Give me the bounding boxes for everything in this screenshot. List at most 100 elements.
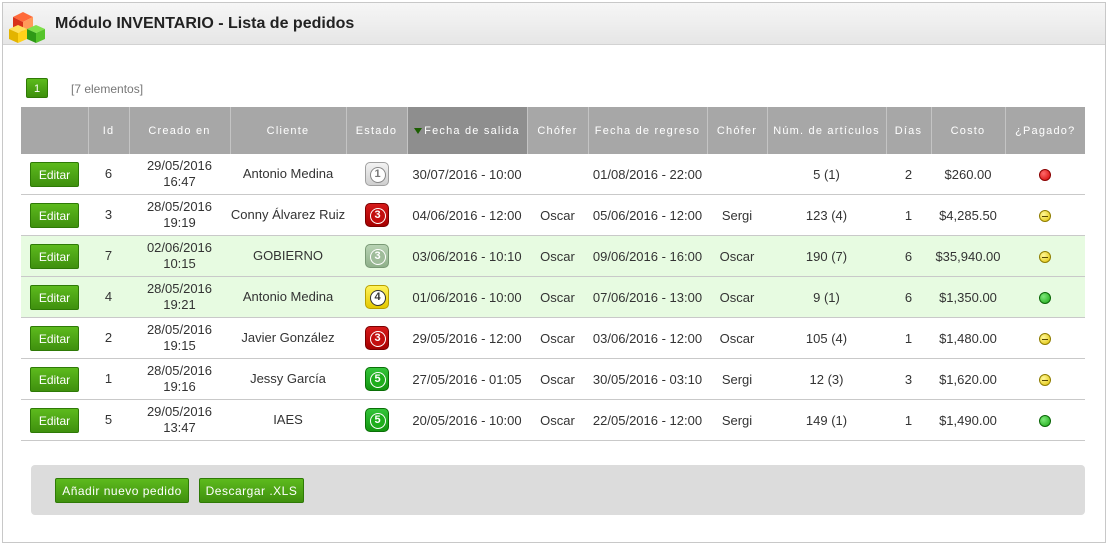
row-cost: $260.00 xyxy=(931,154,1005,195)
state-number: 5 xyxy=(369,372,386,388)
row-created-date: 02/06/2016 xyxy=(146,240,213,255)
state-badge[interactable]: 3 xyxy=(364,244,389,268)
row-created-date: 28/05/2016 xyxy=(146,199,213,214)
row-client: Javier González xyxy=(230,317,346,359)
edit-button[interactable]: Editar xyxy=(30,284,79,310)
row-days: 3 xyxy=(886,358,931,400)
row-created-date: 28/05/2016 xyxy=(146,281,213,296)
row-paid-cell xyxy=(1005,235,1085,277)
state-badge[interactable]: 5 xyxy=(364,367,389,391)
row-created-time: 19:16 xyxy=(163,379,196,394)
column-header-driver-out[interactable]: Chófer xyxy=(526,107,588,154)
row-client: Conny Álvarez Ruiz xyxy=(230,194,346,236)
row-driver-back: Sergi xyxy=(707,194,767,236)
state-number: 4 xyxy=(369,290,386,306)
edit-button[interactable]: Editar xyxy=(30,325,79,351)
column-header-return[interactable]: Fecha de regreso xyxy=(587,107,707,154)
column-header-departure[interactable]: Fecha de salida xyxy=(406,107,527,154)
row-state-cell: 1 xyxy=(346,154,407,195)
row-created-time: 13:47 xyxy=(163,420,196,435)
column-header-paid[interactable]: ¿Pagado? xyxy=(1004,107,1085,154)
state-badge[interactable]: 4 xyxy=(364,285,389,309)
row-days: 1 xyxy=(886,194,931,236)
row-id: 7 xyxy=(88,235,129,277)
row-action-cell: Editar xyxy=(21,399,88,441)
row-driver-out: Oscar xyxy=(527,399,588,441)
row-state-cell: 4 xyxy=(346,276,407,318)
row-action-cell: Editar xyxy=(21,154,88,195)
row-id: 1 xyxy=(88,358,129,400)
row-departure: 01/06/2016 - 10:00 xyxy=(407,276,527,318)
row-driver-back xyxy=(707,154,767,195)
pagination-page-button[interactable]: 1 xyxy=(26,78,48,98)
row-items: 12 (3) xyxy=(767,358,886,400)
row-days: 1 xyxy=(886,399,931,441)
row-created-date: 29/05/2016 xyxy=(146,404,213,419)
row-return: 07/06/2016 - 13:00 xyxy=(588,276,707,318)
edit-button[interactable]: Editar xyxy=(30,161,79,187)
sort-desc-icon xyxy=(414,127,423,134)
table-row: Editar 2 28/05/2016 19:15 Javier González 3 29… xyxy=(21,317,1085,359)
table-row: Editar 3 28/05/2016 19:19 Conny Álvarez Ruiz… xyxy=(21,194,1085,236)
row-id: 2 xyxy=(88,317,129,359)
row-paid-cell xyxy=(1005,317,1085,359)
row-return: 01/08/2016 - 22:00 xyxy=(588,154,707,195)
row-state-cell: 5 xyxy=(346,358,407,400)
row-created: 28/05/2016 19:19 xyxy=(129,194,230,236)
row-return: 22/05/2016 - 12:00 xyxy=(588,399,707,441)
row-paid-cell xyxy=(1005,399,1085,441)
state-badge[interactable]: 3 xyxy=(364,326,389,350)
state-badge[interactable]: 5 xyxy=(364,408,389,432)
row-departure: 20/05/2016 - 10:00 xyxy=(407,399,527,441)
row-days: 6 xyxy=(886,235,931,277)
column-header-days[interactable]: Días xyxy=(885,107,931,154)
row-created: 28/05/2016 19:21 xyxy=(129,276,230,318)
edit-button[interactable]: Editar xyxy=(30,366,79,392)
column-header-cost[interactable]: Costo xyxy=(930,107,1005,154)
row-departure: 04/06/2016 - 12:00 xyxy=(407,194,527,236)
paid-status-icon xyxy=(1039,415,1051,428)
row-items: 105 (4) xyxy=(767,317,886,359)
row-cost: $1,350.00 xyxy=(931,276,1005,318)
download-xls-button[interactable]: Descargar .XLS xyxy=(199,478,304,503)
row-created: 29/05/2016 16:47 xyxy=(129,154,230,195)
row-client: IAES xyxy=(230,399,346,441)
column-header-created[interactable]: Creado en xyxy=(128,107,230,154)
column-header-items[interactable]: Núm. de artículos xyxy=(766,107,886,154)
state-badge[interactable]: 3 xyxy=(364,203,389,227)
column-header-driver-back[interactable]: Chófer xyxy=(706,107,767,154)
row-id: 3 xyxy=(88,194,129,236)
edit-button[interactable]: Editar xyxy=(30,202,79,228)
row-client: Jessy García xyxy=(230,358,346,400)
paid-status-icon xyxy=(1039,374,1051,387)
column-header-client[interactable]: Cliente xyxy=(229,107,346,154)
row-driver-back: Oscar xyxy=(707,276,767,318)
row-client: Antonio Medina xyxy=(230,154,346,195)
row-action-cell: Editar xyxy=(21,358,88,400)
row-items: 149 (1) xyxy=(767,399,886,441)
row-id: 6 xyxy=(88,154,129,195)
edit-button[interactable]: Editar xyxy=(30,407,79,433)
row-state-cell: 5 xyxy=(346,399,407,441)
row-items: 9 (1) xyxy=(767,276,886,318)
state-badge[interactable]: 1 xyxy=(364,162,389,186)
add-order-button[interactable]: Añadir nuevo pedido xyxy=(55,478,189,503)
row-created: 29/05/2016 13:47 xyxy=(129,399,230,441)
column-header-state[interactable]: Estado xyxy=(345,107,407,154)
table-row: Editar 7 02/06/2016 10:15 GOBIERNO 3 03/06/201… xyxy=(21,235,1085,277)
row-created-date: 29/05/2016 xyxy=(146,158,213,173)
paid-status-icon xyxy=(1039,251,1051,264)
row-created-time: 10:15 xyxy=(163,256,196,271)
row-paid-cell xyxy=(1005,154,1085,195)
paid-status-icon xyxy=(1039,333,1051,346)
paid-status-icon xyxy=(1039,292,1051,305)
row-action-cell: Editar xyxy=(21,276,88,318)
state-number: 5 xyxy=(369,413,386,429)
column-header-actions xyxy=(21,107,88,154)
row-client: Antonio Medina xyxy=(230,276,346,318)
edit-button[interactable]: Editar xyxy=(30,243,79,269)
row-driver-back: Sergi xyxy=(707,399,767,441)
column-header-id[interactable]: Id xyxy=(87,107,129,154)
row-driver-out: Oscar xyxy=(527,358,588,400)
row-client: GOBIERNO xyxy=(230,235,346,277)
